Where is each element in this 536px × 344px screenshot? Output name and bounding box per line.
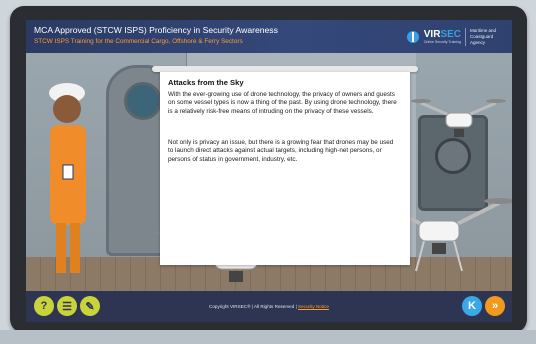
next-button[interactable]: » <box>485 296 505 316</box>
back-icon: K <box>468 300 476 312</box>
brand-tagline: Online Security Training <box>423 39 461 44</box>
next-icon: » <box>491 300 499 312</box>
course-title: MCA Approved (STCW ISPS) Proficiency in … <box>34 25 278 35</box>
security-officer-character <box>49 83 86 273</box>
virsec-logo-icon <box>406 31 419 43</box>
back-button[interactable]: K <box>462 296 482 316</box>
content-slide: Attacks from the Sky With the ever-growi… <box>160 72 410 265</box>
drone-illustration <box>411 99 506 137</box>
brand-name-b: SEC <box>440 28 461 40</box>
copyright-line: Copyright VIRSEC® | All Rights Reserved … <box>26 304 512 309</box>
logo-area: VIRSEC Online Security Training Maritime… <box>406 26 506 48</box>
security-notice-link[interactable]: Security Notice <box>298 304 329 309</box>
slide-heading: Attacks from the Sky <box>168 78 244 87</box>
virsec-logo: VIRSEC Online Security Training <box>423 28 461 45</box>
copyright-text: Copyright VIRSEC® | All Rights Reserved … <box>209 304 297 309</box>
brand-name-a: VIR <box>423 28 441 40</box>
course-toolbar: ? ☰ ✎ Copyright VIRSEC® | All Rights Res… <box>26 291 512 322</box>
porthole <box>124 82 162 120</box>
course-subtitle: STCW ISPS Training for the Commercial Ca… <box>34 38 243 45</box>
device-stand <box>0 330 536 344</box>
mca-logo: Maritime and Coastguard Agency <box>465 28 506 46</box>
slide-paragraph-2: Not only is privacy an issue, but there … <box>168 139 394 163</box>
course-screen: MCA Approved (STCW ISPS) Proficiency in … <box>26 20 512 322</box>
slide-paragraph-1: With the ever-growing use of drone techn… <box>168 91 397 115</box>
course-header: MCA Approved (STCW ISPS) Proficiency in … <box>26 20 512 53</box>
partner-line2: Coastguard Agency <box>470 34 494 45</box>
